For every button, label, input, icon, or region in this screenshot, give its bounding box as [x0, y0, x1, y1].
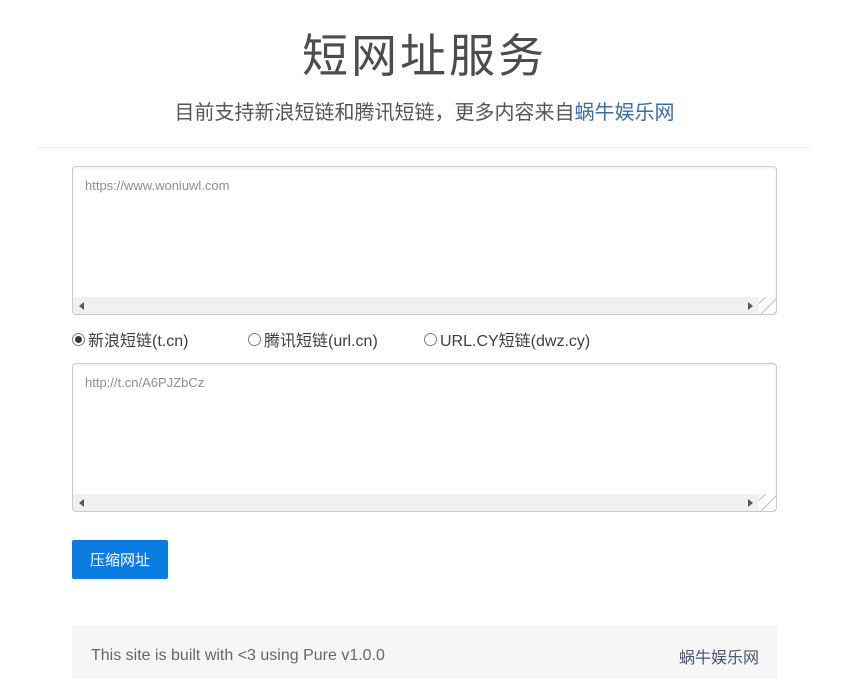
resize-grip-icon[interactable]	[759, 297, 776, 314]
header-divider	[38, 147, 811, 148]
page-title: 短网址服务	[0, 20, 849, 86]
scrollbar-track[interactable]	[90, 297, 742, 314]
page-subtitle: 目前支持新浪短链和腾讯短链，更多内容来自蜗牛娱乐网	[0, 96, 849, 125]
scrollbar-track[interactable]	[90, 494, 742, 511]
long-url-textarea[interactable]: https://www.woniuwl.com	[72, 166, 777, 315]
resize-grip-icon[interactable]	[759, 494, 776, 511]
radio-option-urlcy[interactable]: URL.CY短链(dwz.cy)	[424, 327, 600, 351]
radio-button-icon[interactable]	[424, 333, 437, 346]
radio-label: URL.CY短链(dwz.cy)	[440, 327, 590, 351]
radio-option-tencent[interactable]: 腾讯短链(url.cn)	[248, 327, 424, 351]
footer-credit-text: This site is built with <3 using Pure v1…	[91, 647, 385, 665]
short-url-scrollbar	[73, 494, 776, 511]
footer-woniuwl-link[interactable]: 蜗牛娱乐网	[679, 644, 759, 668]
scroll-left-arrow-icon[interactable]	[73, 297, 90, 314]
short-url-textarea[interactable]: http://t.cn/A6PJZbCz	[72, 363, 777, 512]
page-header: 短网址服务 目前支持新浪短链和腾讯短链，更多内容来自蜗牛娱乐网	[0, 20, 849, 125]
long-url-value: https://www.woniuwl.com	[73, 167, 776, 204]
subtitle-text: 目前支持新浪短链和腾讯短链，更多内容来自	[175, 102, 575, 124]
main-content: https://www.woniuwl.com 新浪短链(t.cn) 腾讯短链(…	[72, 166, 777, 579]
scroll-right-arrow-icon[interactable]	[742, 297, 759, 314]
radio-option-sina[interactable]: 新浪短链(t.cn)	[72, 327, 248, 351]
page-footer: This site is built with <3 using Pure v1…	[72, 625, 777, 679]
radio-button-icon[interactable]	[72, 333, 85, 346]
scroll-left-arrow-icon[interactable]	[73, 494, 90, 511]
subtitle-woniuwl-link[interactable]: 蜗牛娱乐网	[575, 102, 675, 124]
radio-label: 腾讯短链(url.cn)	[264, 327, 378, 351]
radio-label: 新浪短链(t.cn)	[88, 327, 188, 351]
radio-button-icon[interactable]	[248, 333, 261, 346]
long-url-scrollbar	[73, 297, 776, 314]
scroll-right-arrow-icon[interactable]	[742, 494, 759, 511]
shortener-radio-group: 新浪短链(t.cn) 腾讯短链(url.cn) URL.CY短链(dwz.cy)	[72, 327, 777, 351]
compress-url-button[interactable]: 压缩网址	[72, 540, 168, 579]
short-url-value: http://t.cn/A6PJZbCz	[73, 364, 776, 401]
